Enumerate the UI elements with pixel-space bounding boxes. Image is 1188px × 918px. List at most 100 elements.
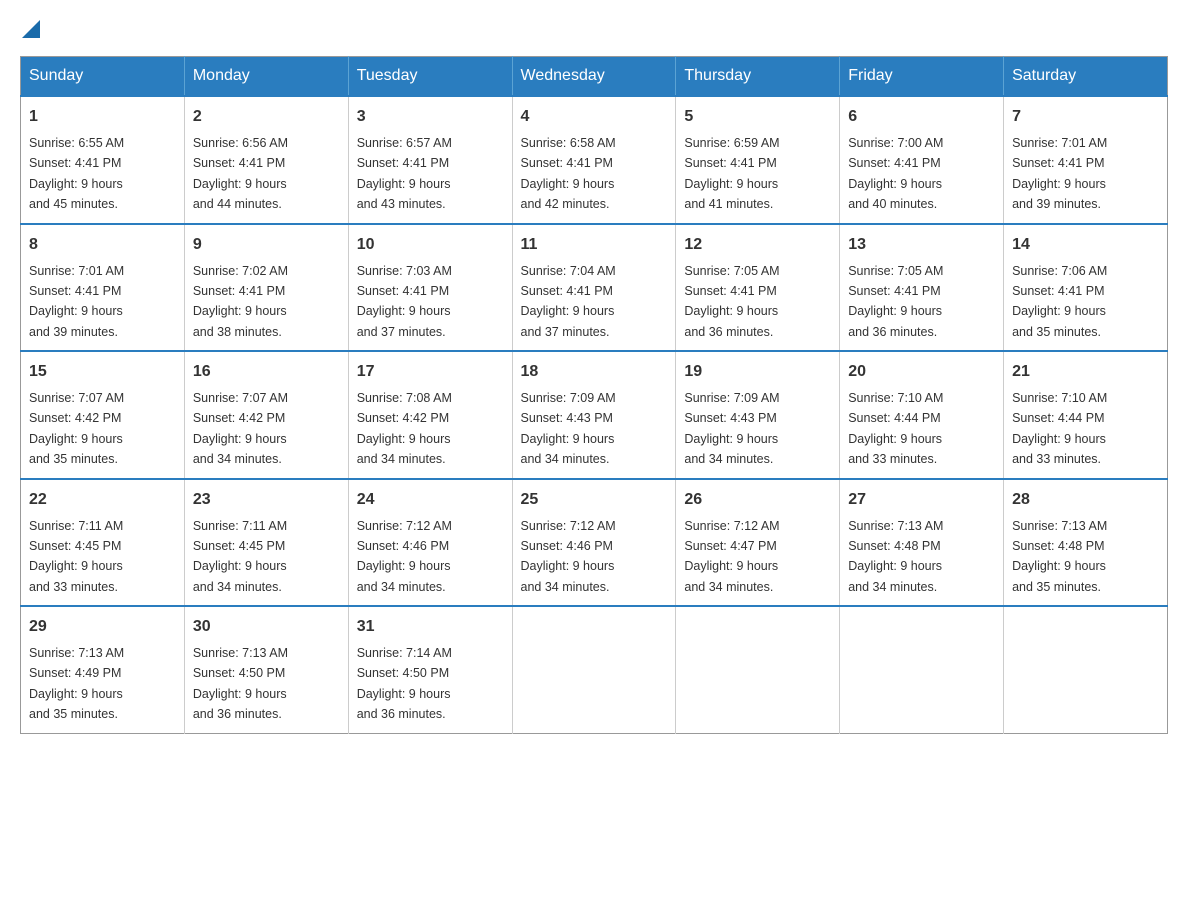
calendar-week-3: 15 Sunrise: 7:07 AMSunset: 4:42 PMDaylig…	[21, 351, 1168, 479]
calendar-cell: 28 Sunrise: 7:13 AMSunset: 4:48 PMDaylig…	[1004, 479, 1168, 607]
calendar-cell: 14 Sunrise: 7:06 AMSunset: 4:41 PMDaylig…	[1004, 224, 1168, 352]
day-info: Sunrise: 6:59 AMSunset: 4:41 PMDaylight:…	[684, 136, 779, 211]
day-info: Sunrise: 7:00 AMSunset: 4:41 PMDaylight:…	[848, 136, 943, 211]
page-header	[20, 20, 1168, 36]
weekday-header-wednesday: Wednesday	[512, 57, 676, 97]
day-number: 30	[193, 615, 340, 639]
calendar-header: SundayMondayTuesdayWednesdayThursdayFrid…	[21, 57, 1168, 97]
calendar-cell: 12 Sunrise: 7:05 AMSunset: 4:41 PMDaylig…	[676, 224, 840, 352]
day-info: Sunrise: 7:12 AMSunset: 4:46 PMDaylight:…	[357, 519, 452, 594]
calendar-cell: 2 Sunrise: 6:56 AMSunset: 4:41 PMDayligh…	[184, 96, 348, 224]
day-number: 31	[357, 615, 504, 639]
day-number: 24	[357, 488, 504, 512]
calendar-cell: 31 Sunrise: 7:14 AMSunset: 4:50 PMDaylig…	[348, 606, 512, 733]
day-number: 5	[684, 105, 831, 129]
day-number: 1	[29, 105, 176, 129]
day-number: 8	[29, 233, 176, 257]
calendar-cell: 21 Sunrise: 7:10 AMSunset: 4:44 PMDaylig…	[1004, 351, 1168, 479]
calendar-body: 1 Sunrise: 6:55 AMSunset: 4:41 PMDayligh…	[21, 96, 1168, 733]
day-info: Sunrise: 7:02 AMSunset: 4:41 PMDaylight:…	[193, 264, 288, 339]
day-number: 14	[1012, 233, 1159, 257]
calendar-cell: 23 Sunrise: 7:11 AMSunset: 4:45 PMDaylig…	[184, 479, 348, 607]
logo-triangle-icon	[22, 20, 40, 38]
calendar-cell: 13 Sunrise: 7:05 AMSunset: 4:41 PMDaylig…	[840, 224, 1004, 352]
day-number: 23	[193, 488, 340, 512]
day-info: Sunrise: 7:10 AMSunset: 4:44 PMDaylight:…	[848, 391, 943, 466]
weekday-header-thursday: Thursday	[676, 57, 840, 97]
day-info: Sunrise: 7:13 AMSunset: 4:50 PMDaylight:…	[193, 646, 288, 721]
weekday-header-tuesday: Tuesday	[348, 57, 512, 97]
calendar-cell: 19 Sunrise: 7:09 AMSunset: 4:43 PMDaylig…	[676, 351, 840, 479]
day-number: 2	[193, 105, 340, 129]
calendar-table: SundayMondayTuesdayWednesdayThursdayFrid…	[20, 56, 1168, 734]
calendar-cell: 17 Sunrise: 7:08 AMSunset: 4:42 PMDaylig…	[348, 351, 512, 479]
day-number: 15	[29, 360, 176, 384]
calendar-cell: 5 Sunrise: 6:59 AMSunset: 4:41 PMDayligh…	[676, 96, 840, 224]
day-number: 12	[684, 233, 831, 257]
calendar-cell: 3 Sunrise: 6:57 AMSunset: 4:41 PMDayligh…	[348, 96, 512, 224]
calendar-cell: 4 Sunrise: 6:58 AMSunset: 4:41 PMDayligh…	[512, 96, 676, 224]
day-number: 18	[521, 360, 668, 384]
day-info: Sunrise: 6:58 AMSunset: 4:41 PMDaylight:…	[521, 136, 616, 211]
day-number: 17	[357, 360, 504, 384]
calendar-cell	[676, 606, 840, 733]
day-number: 3	[357, 105, 504, 129]
day-info: Sunrise: 7:01 AMSunset: 4:41 PMDaylight:…	[29, 264, 124, 339]
day-number: 4	[521, 105, 668, 129]
day-info: Sunrise: 7:07 AMSunset: 4:42 PMDaylight:…	[29, 391, 124, 466]
day-info: Sunrise: 7:09 AMSunset: 4:43 PMDaylight:…	[684, 391, 779, 466]
calendar-cell: 11 Sunrise: 7:04 AMSunset: 4:41 PMDaylig…	[512, 224, 676, 352]
calendar-cell: 8 Sunrise: 7:01 AMSunset: 4:41 PMDayligh…	[21, 224, 185, 352]
day-info: Sunrise: 7:11 AMSunset: 4:45 PMDaylight:…	[193, 519, 287, 594]
day-number: 13	[848, 233, 995, 257]
day-info: Sunrise: 7:13 AMSunset: 4:48 PMDaylight:…	[848, 519, 943, 594]
logo-top	[20, 20, 40, 40]
calendar-cell: 20 Sunrise: 7:10 AMSunset: 4:44 PMDaylig…	[840, 351, 1004, 479]
day-number: 16	[193, 360, 340, 384]
calendar-cell: 18 Sunrise: 7:09 AMSunset: 4:43 PMDaylig…	[512, 351, 676, 479]
day-info: Sunrise: 6:55 AMSunset: 4:41 PMDaylight:…	[29, 136, 124, 211]
day-info: Sunrise: 7:13 AMSunset: 4:48 PMDaylight:…	[1012, 519, 1107, 594]
day-number: 11	[521, 233, 668, 257]
calendar-cell: 24 Sunrise: 7:12 AMSunset: 4:46 PMDaylig…	[348, 479, 512, 607]
day-info: Sunrise: 7:05 AMSunset: 4:41 PMDaylight:…	[684, 264, 779, 339]
calendar-cell: 1 Sunrise: 6:55 AMSunset: 4:41 PMDayligh…	[21, 96, 185, 224]
weekday-header-saturday: Saturday	[1004, 57, 1168, 97]
day-number: 21	[1012, 360, 1159, 384]
day-info: Sunrise: 7:07 AMSunset: 4:42 PMDaylight:…	[193, 391, 288, 466]
day-info: Sunrise: 7:09 AMSunset: 4:43 PMDaylight:…	[521, 391, 616, 466]
day-info: Sunrise: 7:10 AMSunset: 4:44 PMDaylight:…	[1012, 391, 1107, 466]
calendar-cell: 29 Sunrise: 7:13 AMSunset: 4:49 PMDaylig…	[21, 606, 185, 733]
calendar-cell: 15 Sunrise: 7:07 AMSunset: 4:42 PMDaylig…	[21, 351, 185, 479]
day-number: 28	[1012, 488, 1159, 512]
day-info: Sunrise: 7:08 AMSunset: 4:42 PMDaylight:…	[357, 391, 452, 466]
logo	[20, 20, 40, 36]
day-info: Sunrise: 7:13 AMSunset: 4:49 PMDaylight:…	[29, 646, 124, 721]
day-info: Sunrise: 7:03 AMSunset: 4:41 PMDaylight:…	[357, 264, 452, 339]
day-info: Sunrise: 7:12 AMSunset: 4:47 PMDaylight:…	[684, 519, 779, 594]
calendar-week-2: 8 Sunrise: 7:01 AMSunset: 4:41 PMDayligh…	[21, 224, 1168, 352]
calendar-cell	[512, 606, 676, 733]
day-info: Sunrise: 6:56 AMSunset: 4:41 PMDaylight:…	[193, 136, 288, 211]
day-info: Sunrise: 7:04 AMSunset: 4:41 PMDaylight:…	[521, 264, 616, 339]
day-info: Sunrise: 7:11 AMSunset: 4:45 PMDaylight:…	[29, 519, 123, 594]
calendar-cell: 25 Sunrise: 7:12 AMSunset: 4:46 PMDaylig…	[512, 479, 676, 607]
day-number: 19	[684, 360, 831, 384]
weekday-header-monday: Monday	[184, 57, 348, 97]
calendar-cell: 27 Sunrise: 7:13 AMSunset: 4:48 PMDaylig…	[840, 479, 1004, 607]
calendar-cell: 30 Sunrise: 7:13 AMSunset: 4:50 PMDaylig…	[184, 606, 348, 733]
calendar-week-1: 1 Sunrise: 6:55 AMSunset: 4:41 PMDayligh…	[21, 96, 1168, 224]
calendar-cell: 9 Sunrise: 7:02 AMSunset: 4:41 PMDayligh…	[184, 224, 348, 352]
calendar-cell	[840, 606, 1004, 733]
day-number: 6	[848, 105, 995, 129]
calendar-week-5: 29 Sunrise: 7:13 AMSunset: 4:49 PMDaylig…	[21, 606, 1168, 733]
day-number: 22	[29, 488, 176, 512]
weekday-header-friday: Friday	[840, 57, 1004, 97]
calendar-cell: 7 Sunrise: 7:01 AMSunset: 4:41 PMDayligh…	[1004, 96, 1168, 224]
day-info: Sunrise: 7:05 AMSunset: 4:41 PMDaylight:…	[848, 264, 943, 339]
calendar-cell: 16 Sunrise: 7:07 AMSunset: 4:42 PMDaylig…	[184, 351, 348, 479]
calendar-cell: 26 Sunrise: 7:12 AMSunset: 4:47 PMDaylig…	[676, 479, 840, 607]
day-info: Sunrise: 7:01 AMSunset: 4:41 PMDaylight:…	[1012, 136, 1107, 211]
calendar-cell: 10 Sunrise: 7:03 AMSunset: 4:41 PMDaylig…	[348, 224, 512, 352]
day-number: 26	[684, 488, 831, 512]
